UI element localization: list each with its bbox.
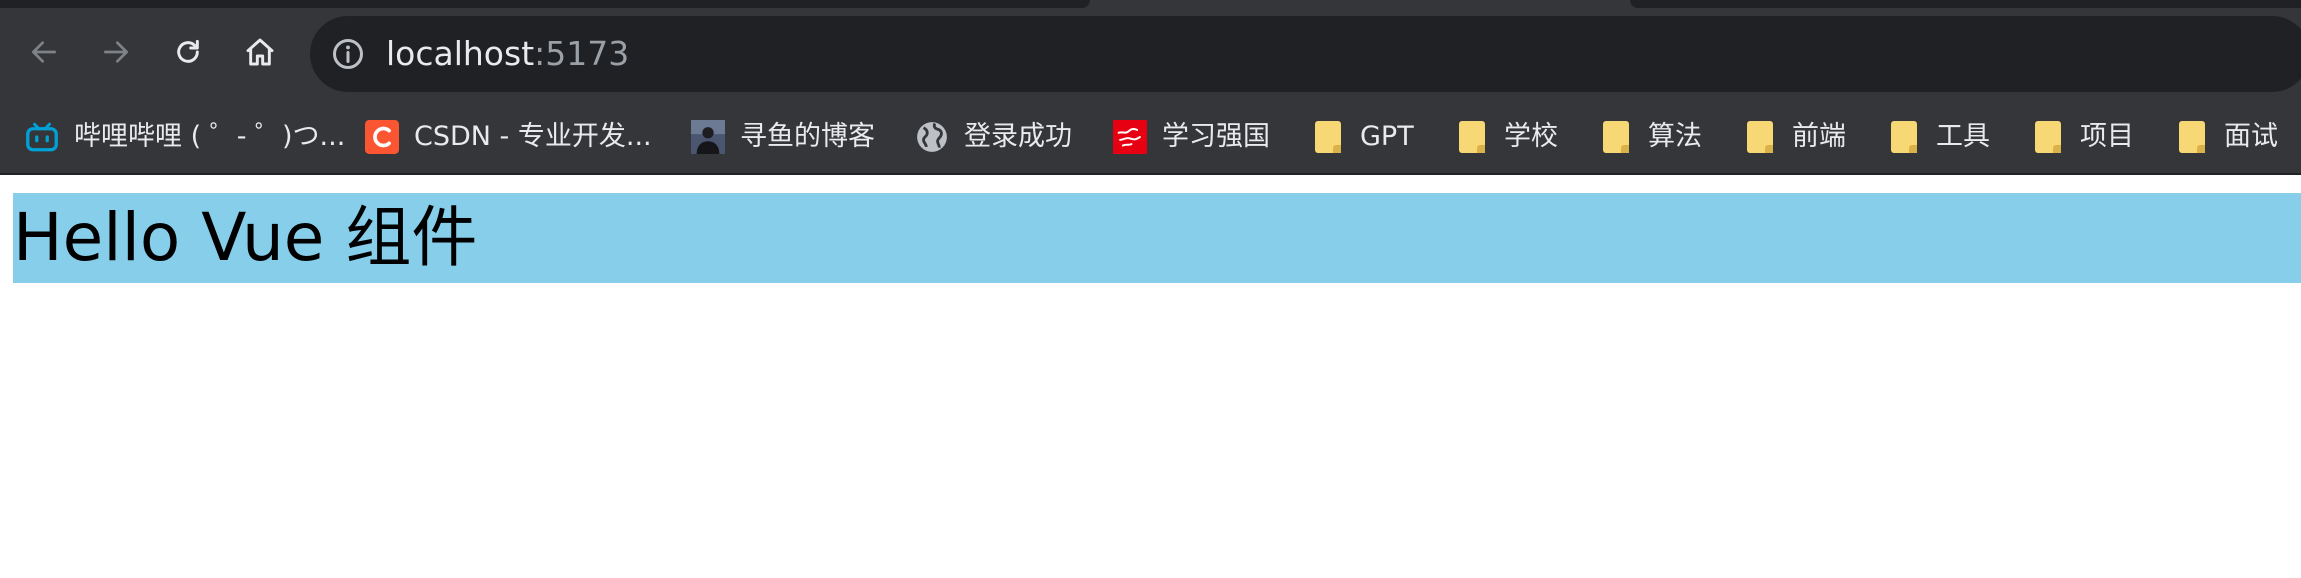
url-host: localhost (386, 34, 535, 73)
folder-icon (1891, 121, 1917, 153)
page-content: Hello Vue 组件 (0, 175, 2301, 578)
bookmark-label: CSDN - 专业开发... (414, 121, 652, 152)
bookmark-login[interactable]: 登录成功 (914, 114, 1072, 160)
bookmark-label: GPT (1360, 121, 1414, 152)
folder-icon (1603, 121, 1629, 153)
folder-icon (1747, 121, 1773, 153)
arrow-left-icon (32, 41, 56, 63)
forward-button[interactable] (92, 28, 140, 76)
reload-button[interactable] (164, 28, 212, 76)
reload-icon (177, 39, 199, 63)
bookmark-csdn[interactable]: CSDN - 专业开发... (364, 114, 652, 160)
folder-icon (2035, 121, 2061, 153)
address-bar[interactable]: localhost:5173 (310, 16, 2301, 92)
bookmark-label: 工具 (1936, 121, 1990, 152)
url-port: :5173 (534, 34, 630, 73)
csdn-icon (364, 119, 400, 155)
back-button[interactable] (20, 28, 68, 76)
bookmark-folder-projects[interactable]: 项目 (2030, 114, 2134, 160)
avatar-icon (690, 119, 726, 155)
tab-strip-edge-left (0, 0, 1090, 8)
home-button[interactable] (236, 28, 284, 76)
bookmark-bilibili[interactable]: 哔哩哔哩 ( ゜- ゜)つ... (24, 114, 345, 160)
info-icon[interactable] (330, 36, 366, 72)
bookmark-label: 前端 (1792, 121, 1846, 152)
globe-icon (914, 119, 950, 155)
bookmark-label: 学校 (1504, 121, 1558, 152)
browser-chrome: localhost:5173 哔哩哔哩 ( ゜- ゜)つ... CSDN - 专… (0, 0, 2301, 175)
arrow-right-icon (104, 41, 128, 63)
folder-icon (1315, 121, 1341, 153)
bookmark-blog[interactable]: 寻鱼的博客 (690, 114, 875, 160)
bookmark-label: 寻鱼的博客 (740, 121, 875, 152)
url-text[interactable]: localhost:5173 (386, 31, 629, 77)
bookmark-label: 算法 (1648, 121, 1702, 152)
bookmark-folder-frontend[interactable]: 前端 (1742, 114, 1846, 160)
bookmark-xuexi[interactable]: 学习强国 (1112, 114, 1270, 160)
bookmark-label: 哔哩哔哩 ( ゜- ゜)つ... (74, 121, 346, 152)
bookmark-label: 项目 (2080, 121, 2134, 152)
bookmark-label: 学习强国 (1162, 121, 1270, 152)
bookmark-folder-interview[interactable]: 面试 (2174, 114, 2278, 160)
folder-icon (1459, 121, 1485, 153)
bookmark-folder-tools[interactable]: 工具 (1886, 114, 1990, 160)
bookmark-folder-gpt[interactable]: GPT (1310, 114, 1414, 160)
bookmark-folder-school[interactable]: 学校 (1454, 114, 1558, 160)
browser-toolbar: localhost:5173 (0, 8, 2301, 102)
bookmarks-bar: 哔哩哔哩 ( ゜- ゜)つ... CSDN - 专业开发... 寻鱼的博客 登录… (0, 102, 2301, 172)
page-heading: Hello Vue 组件 (13, 193, 2301, 283)
xuexi-icon (1112, 119, 1148, 155)
folder-icon (2179, 121, 2205, 153)
bookmark-folder-algorithm[interactable]: 算法 (1598, 114, 1702, 160)
home-icon (246, 38, 274, 66)
tab-strip-edge-right (1630, 0, 2301, 8)
bookmark-label: 登录成功 (964, 121, 1072, 152)
bilibili-icon (24, 119, 60, 155)
bookmark-label: 面试 (2224, 121, 2278, 152)
